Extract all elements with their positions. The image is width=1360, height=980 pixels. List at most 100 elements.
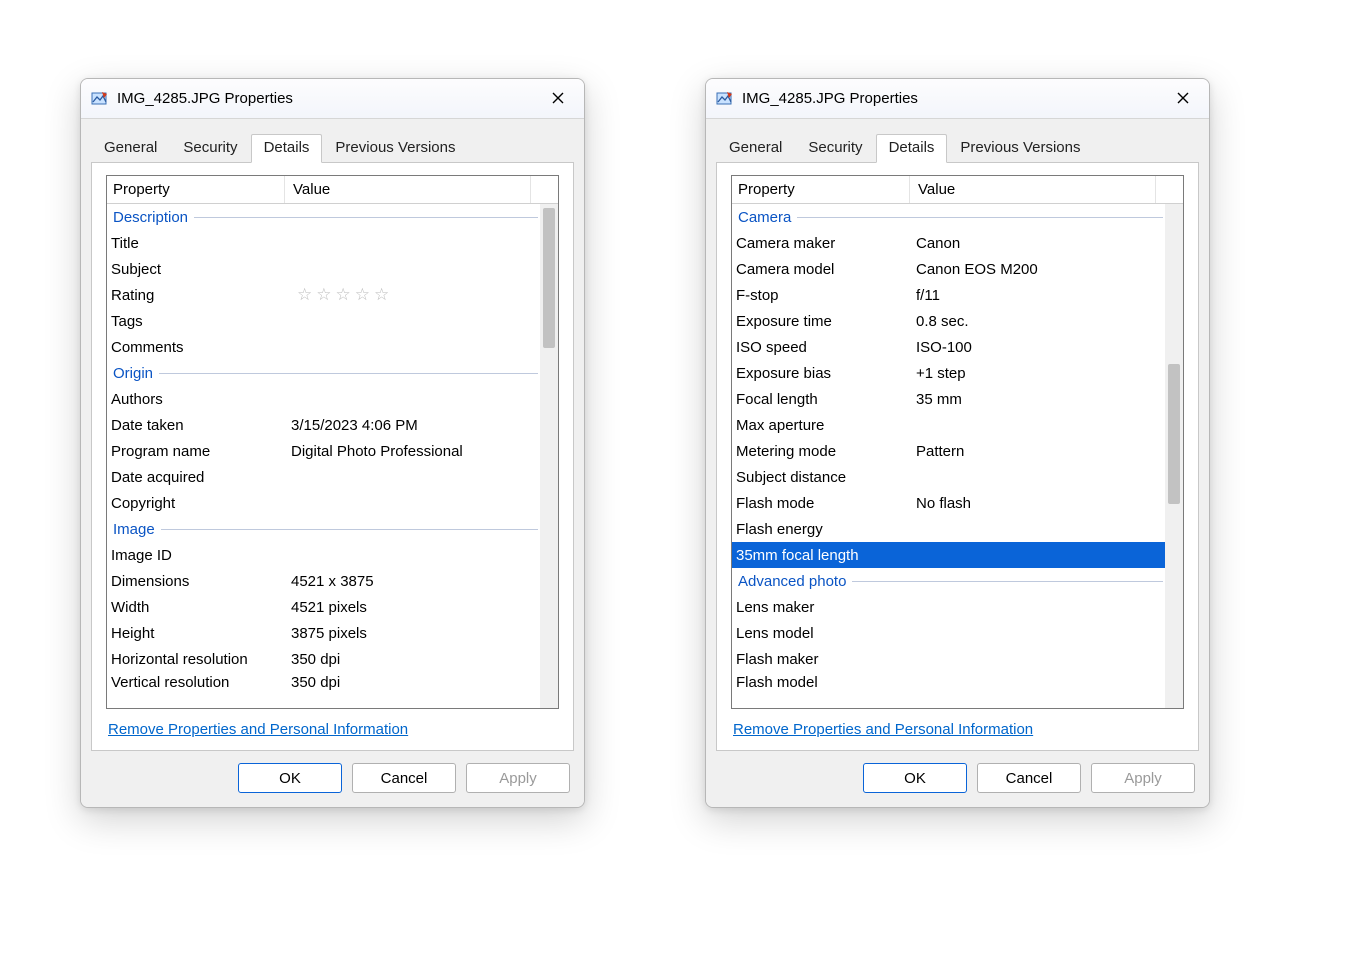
tab-details[interactable]: Details xyxy=(876,134,948,163)
remove-properties-link[interactable]: Remove Properties and Personal Informati… xyxy=(733,721,1184,738)
property-row[interactable]: Copyright xyxy=(107,490,540,516)
property-row[interactable]: Focal length35 mm xyxy=(732,386,1165,412)
details-list[interactable]: Property Value DescriptionTitle Subject Ra… xyxy=(106,175,559,709)
property-row[interactable]: F-stopf/11 xyxy=(732,282,1165,308)
scrollbar[interactable] xyxy=(540,204,558,708)
property-row[interactable]: Flash energy xyxy=(732,516,1165,542)
property-name: Authors xyxy=(107,391,285,408)
tab-bar: General Security Details Previous Versio… xyxy=(706,119,1209,162)
list-header[interactable]: Property Value xyxy=(732,176,1183,204)
property-name: Lens maker xyxy=(732,599,910,616)
property-row[interactable]: Width4521 pixels xyxy=(107,594,540,620)
property-name: Camera model xyxy=(732,261,910,278)
tab-bar: General Security Details Previous Versio… xyxy=(81,119,584,162)
property-name: Camera maker xyxy=(732,235,910,252)
cancel-button[interactable]: Cancel xyxy=(352,763,456,793)
property-row[interactable]: Dimensions4521 x 3875 xyxy=(107,568,540,594)
ok-button[interactable]: OK xyxy=(238,763,342,793)
list-body: CameraCamera makerCanonCamera modelCanon… xyxy=(732,204,1183,708)
tab-details[interactable]: Details xyxy=(251,134,323,163)
ok-button[interactable]: OK xyxy=(863,763,967,793)
property-row[interactable]: Rating ☆☆☆☆☆ xyxy=(107,282,540,308)
property-name: Tags xyxy=(107,313,285,330)
property-row[interactable]: ISO speedISO-100 xyxy=(732,334,1165,360)
property-row[interactable]: 35mm focal length xyxy=(732,542,1165,568)
group-header: Origin xyxy=(107,360,540,386)
remove-properties-link[interactable]: Remove Properties and Personal Informati… xyxy=(108,721,559,738)
scrollbar-thumb[interactable] xyxy=(543,208,555,348)
property-row[interactable]: Program nameDigital Photo Professional xyxy=(107,438,540,464)
property-row[interactable]: Horizontal resolution350 dpi xyxy=(107,646,540,672)
property-name: Subject xyxy=(107,261,285,278)
property-row[interactable]: Camera makerCanon xyxy=(732,230,1165,256)
property-value: Pattern xyxy=(910,443,1165,460)
property-row[interactable]: Exposure time0.8 sec. xyxy=(732,308,1165,334)
tab-security[interactable]: Security xyxy=(795,134,875,163)
property-row[interactable]: Image ID xyxy=(107,542,540,568)
tab-previous-versions[interactable]: Previous Versions xyxy=(947,134,1093,163)
property-row[interactable]: Subject distance xyxy=(732,464,1165,490)
property-row[interactable]: Camera modelCanon EOS M200 xyxy=(732,256,1165,282)
properties-dialog-right: IMG_4285.JPG Properties General Security… xyxy=(705,78,1210,808)
property-row[interactable]: Comments xyxy=(107,334,540,360)
property-value: 35 mm xyxy=(910,391,1165,408)
list-body: DescriptionTitle Subject Rating ☆☆☆☆☆ Tags Co… xyxy=(107,204,558,708)
tab-page-details: Property Value CameraCamera makerCanonCa… xyxy=(716,162,1199,751)
property-row[interactable]: Flash maker xyxy=(732,646,1165,672)
property-value: 0.8 sec. xyxy=(910,313,1165,330)
property-name: Subject distance xyxy=(732,469,910,486)
titlebar[interactable]: IMG_4285.JPG Properties xyxy=(706,79,1209,119)
property-name: Comments xyxy=(107,339,285,356)
list-header[interactable]: Property Value xyxy=(107,176,558,204)
property-row[interactable]: Flash model xyxy=(732,672,1165,692)
column-header-value[interactable]: Value xyxy=(910,176,1155,203)
column-header-value[interactable]: Value xyxy=(285,176,530,203)
property-row[interactable]: Title xyxy=(107,230,540,256)
property-name: ISO speed xyxy=(732,339,910,356)
group-header: Description xyxy=(107,204,540,230)
close-button[interactable] xyxy=(1165,85,1201,113)
column-header-property[interactable]: Property xyxy=(732,176,910,203)
property-row[interactable]: Lens maker xyxy=(732,594,1165,620)
property-row[interactable]: Metering modePattern xyxy=(732,438,1165,464)
property-value: 350 dpi xyxy=(285,672,540,692)
property-value: No flash xyxy=(910,495,1165,512)
property-value: 4521 x 3875 xyxy=(285,573,540,590)
close-button[interactable] xyxy=(540,85,576,113)
property-row[interactable]: Max aperture xyxy=(732,412,1165,438)
property-name: Date taken xyxy=(107,417,285,434)
app-icon xyxy=(716,90,734,108)
property-row[interactable]: Height3875 pixels xyxy=(107,620,540,646)
tab-page-details: Property Value DescriptionTitle Subject Ra… xyxy=(91,162,574,751)
scrollbar-thumb[interactable] xyxy=(1168,364,1180,504)
details-list[interactable]: Property Value CameraCamera makerCanonCa… xyxy=(731,175,1184,709)
rating-stars[interactable]: ☆☆☆☆☆ xyxy=(297,285,393,304)
property-value: Canon xyxy=(910,235,1165,252)
property-row[interactable]: Exposure bias+1 step xyxy=(732,360,1165,386)
close-icon xyxy=(1177,92,1189,106)
property-row[interactable]: Tags xyxy=(107,308,540,334)
apply-button: Apply xyxy=(466,763,570,793)
tab-previous-versions[interactable]: Previous Versions xyxy=(322,134,468,163)
property-name: Dimensions xyxy=(107,573,285,590)
property-row[interactable]: Authors xyxy=(107,386,540,412)
property-name: Rating xyxy=(107,287,285,304)
group-header: Advanced photo xyxy=(732,568,1165,594)
property-row[interactable]: Subject xyxy=(107,256,540,282)
tab-general[interactable]: General xyxy=(716,134,795,163)
property-row[interactable]: Flash modeNo flash xyxy=(732,490,1165,516)
property-row[interactable]: Vertical resolution350 dpi xyxy=(107,672,540,692)
property-name: Flash model xyxy=(732,672,910,692)
property-row[interactable]: Lens model xyxy=(732,620,1165,646)
property-row[interactable]: Date acquired xyxy=(107,464,540,490)
cancel-button[interactable]: Cancel xyxy=(977,763,1081,793)
property-name: Lens model xyxy=(732,625,910,642)
column-header-property[interactable]: Property xyxy=(107,176,285,203)
tab-security[interactable]: Security xyxy=(170,134,250,163)
property-name: Exposure bias xyxy=(732,365,910,382)
property-name: 35mm focal length xyxy=(732,547,910,564)
titlebar[interactable]: IMG_4285.JPG Properties xyxy=(81,79,584,119)
tab-general[interactable]: General xyxy=(91,134,170,163)
scrollbar[interactable] xyxy=(1165,204,1183,708)
property-row[interactable]: Date taken3/15/2023 4:06 PM xyxy=(107,412,540,438)
